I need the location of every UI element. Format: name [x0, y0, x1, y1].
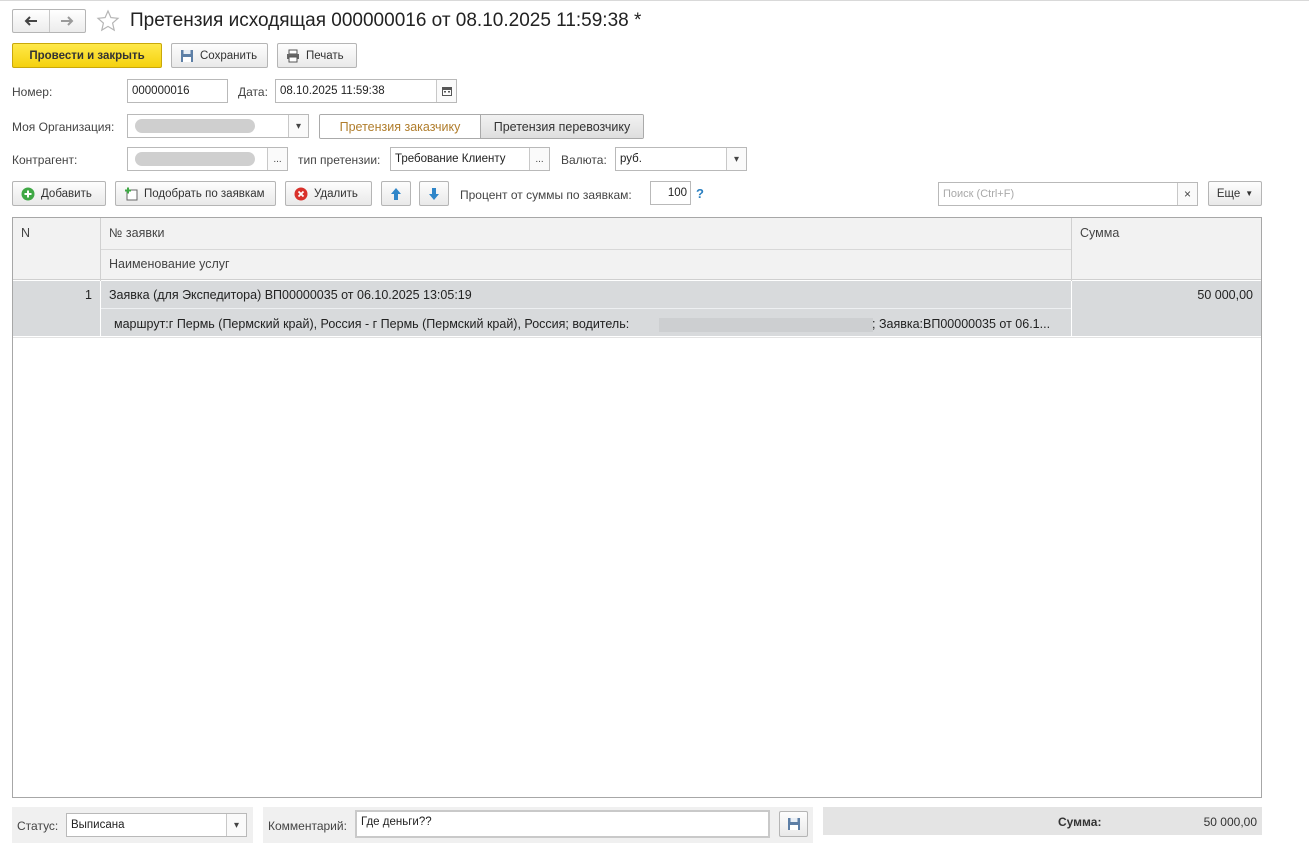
- row-services-order: ; Заявка:ВП00000035 от 06.1...: [872, 317, 1051, 331]
- pick-label: Подобрать по заявкам: [144, 187, 265, 200]
- more-label: Еще: [1216, 187, 1241, 200]
- add-circle-icon: [21, 187, 35, 200]
- row-bottom-border: [13, 337, 1261, 338]
- organization-dropdown-button[interactable]: ▾: [288, 115, 308, 137]
- printer-icon: [287, 49, 299, 62]
- print-label: Печать: [306, 49, 344, 62]
- post-and-close-button[interactable]: Провести и закрыть: [12, 43, 162, 68]
- status-field[interactable]: Выписана ▾: [66, 813, 247, 837]
- search-placeholder: Поиск (Ctrl+F): [943, 188, 1015, 200]
- chevron-down-icon: ▼: [1245, 189, 1254, 198]
- percent-field[interactable]: 100: [650, 181, 691, 205]
- arrow-up-icon: [391, 187, 401, 200]
- total-sum-value: 50 000,00: [1203, 815, 1257, 829]
- date-value: 08.10.2025 11:59:38: [280, 85, 385, 97]
- comment-value: Где деньги??: [361, 816, 432, 828]
- currency-field[interactable]: руб. ▾: [615, 147, 747, 171]
- counterparty-field[interactable]: ...: [127, 147, 288, 171]
- floppy-icon: [787, 818, 800, 830]
- row-services-route: маршрут:г Пермь (Пермский край), Россия …: [114, 317, 630, 331]
- percent-label: Процент от суммы по заявкам:: [460, 188, 632, 202]
- row-sum: 50 000,00: [1197, 288, 1253, 302]
- clear-search-button[interactable]: ×: [1177, 183, 1197, 205]
- currency-label: Валюта:: [561, 153, 607, 167]
- arrow-left-icon: [24, 16, 37, 26]
- history-nav: [12, 9, 86, 33]
- search-input[interactable]: Поиск (Ctrl+F) ×: [938, 182, 1198, 206]
- claim-lines-table: N № заявки Наименование услуг Сумма 1 За…: [12, 217, 1262, 798]
- column-header-sum[interactable]: Сумма: [1080, 226, 1119, 240]
- organization-field[interactable]: ▾: [127, 114, 309, 138]
- header-row-divider: [101, 249, 1071, 250]
- column-header-n[interactable]: N: [21, 226, 30, 240]
- column-header-services[interactable]: Наименование услуг: [109, 257, 230, 271]
- pick-by-orders-button[interactable]: Подобрать по заявкам: [115, 181, 276, 206]
- tab-carrier-claim[interactable]: Претензия перевозчику: [480, 115, 643, 138]
- calendar-icon: [441, 87, 452, 96]
- delete-button[interactable]: Удалить: [285, 181, 372, 206]
- redacted-driver: [659, 318, 873, 332]
- save-label: Сохранить: [200, 49, 258, 62]
- favorite-star-icon[interactable]: [96, 9, 120, 33]
- row-divider: [1071, 281, 1072, 336]
- number-value: 000000016: [132, 85, 190, 97]
- save-comment-button[interactable]: [779, 811, 808, 837]
- back-button[interactable]: [13, 10, 49, 32]
- redacted-counterparty: [135, 152, 255, 166]
- status-dropdown-button[interactable]: ▾: [226, 814, 246, 836]
- arrow-right-icon: [61, 16, 74, 26]
- row-number: 1: [85, 288, 92, 302]
- status-value: Выписана: [71, 819, 125, 831]
- date-label: Дата:: [238, 85, 268, 99]
- chevron-down-icon: ▾: [295, 120, 302, 132]
- percent-value: 100: [667, 187, 687, 199]
- currency-value: руб.: [620, 153, 642, 165]
- total-sum-label: Сумма:: [1058, 815, 1102, 829]
- column-header-order[interactable]: № заявки: [109, 226, 164, 240]
- chevron-down-icon: ▾: [733, 153, 740, 165]
- comment-label: Комментарий:: [268, 819, 347, 833]
- move-up-button[interactable]: [381, 181, 411, 206]
- tab-customer-claim[interactable]: Претензия заказчику: [320, 115, 480, 138]
- claim-type-select-button[interactable]: ...: [529, 148, 549, 170]
- row-divider: [101, 308, 1071, 309]
- move-down-button[interactable]: [419, 181, 449, 206]
- claim-type-label: тип претензии:: [298, 153, 381, 167]
- claim-kind-switch: Претензия заказчику Претензия перевозчик…: [319, 114, 644, 139]
- row-order: Заявка (для Экспедитора) ВП00000035 от 0…: [109, 288, 472, 302]
- more-button[interactable]: Еще ▼: [1208, 181, 1262, 206]
- currency-dropdown-button[interactable]: ▾: [726, 148, 746, 170]
- redacted-organization: [135, 119, 255, 133]
- page-title: Претензия исходящая 000000016 от 08.10.2…: [130, 10, 642, 31]
- save-button[interactable]: Сохранить: [171, 43, 268, 68]
- calendar-button[interactable]: [436, 80, 456, 102]
- add-document-icon: [125, 187, 138, 200]
- counterparty-label: Контрагент:: [12, 153, 78, 167]
- delete-label: Удалить: [314, 187, 358, 200]
- comment-input[interactable]: Где деньги??: [355, 810, 770, 838]
- forward-button[interactable]: [48, 10, 86, 32]
- number-label: Номер:: [12, 85, 53, 99]
- organization-label: Моя Организация:: [12, 120, 115, 134]
- counterparty-select-button[interactable]: ...: [267, 148, 287, 170]
- claim-type-field[interactable]: Требование Клиенту ...: [390, 147, 550, 171]
- help-link[interactable]: ?: [696, 186, 704, 201]
- print-button[interactable]: Печать: [277, 43, 357, 68]
- status-label: Статус:: [17, 819, 59, 833]
- number-field[interactable]: 000000016: [127, 79, 228, 103]
- arrow-down-icon: [429, 187, 439, 200]
- add-button[interactable]: Добавить: [12, 181, 106, 206]
- floppy-icon: [181, 49, 193, 62]
- close-icon: ×: [1183, 187, 1191, 201]
- delete-circle-icon: [294, 187, 308, 200]
- date-field[interactable]: 08.10.2025 11:59:38: [275, 79, 457, 103]
- chevron-down-icon: ▾: [233, 819, 240, 831]
- claim-type-value: Требование Клиенту: [395, 153, 506, 165]
- add-label: Добавить: [41, 187, 92, 200]
- window-top-border: [0, 0, 1309, 1]
